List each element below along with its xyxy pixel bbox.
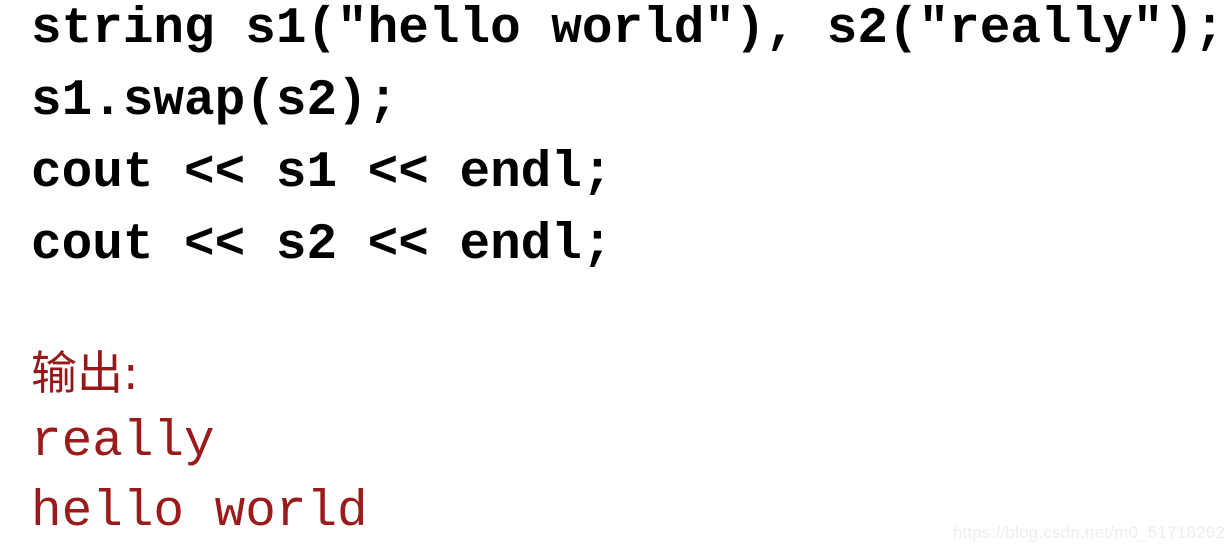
screenshot-canvas: string s1("hello world"), s2("really"); … (0, 0, 1227, 555)
code-line-2: s1.swap(s2); (31, 73, 399, 130)
output-line-1: really (31, 414, 215, 471)
code-line-4: cout << s2 << endl; (31, 217, 613, 274)
output-block: 输出: really hello world (31, 338, 831, 548)
code-line-3: cout << s1 << endl; (31, 145, 613, 202)
output-line-2: hello world (31, 484, 368, 541)
csdn-watermark: https://blog.csdn.net/m0_51718262 (952, 523, 1225, 542)
code-line-1: string s1("hello world"), s2("really"); (31, 1, 1225, 58)
output-heading: 输出: (31, 346, 139, 400)
code-block: string s1("hello world"), s2("really"); … (31, 0, 1227, 282)
